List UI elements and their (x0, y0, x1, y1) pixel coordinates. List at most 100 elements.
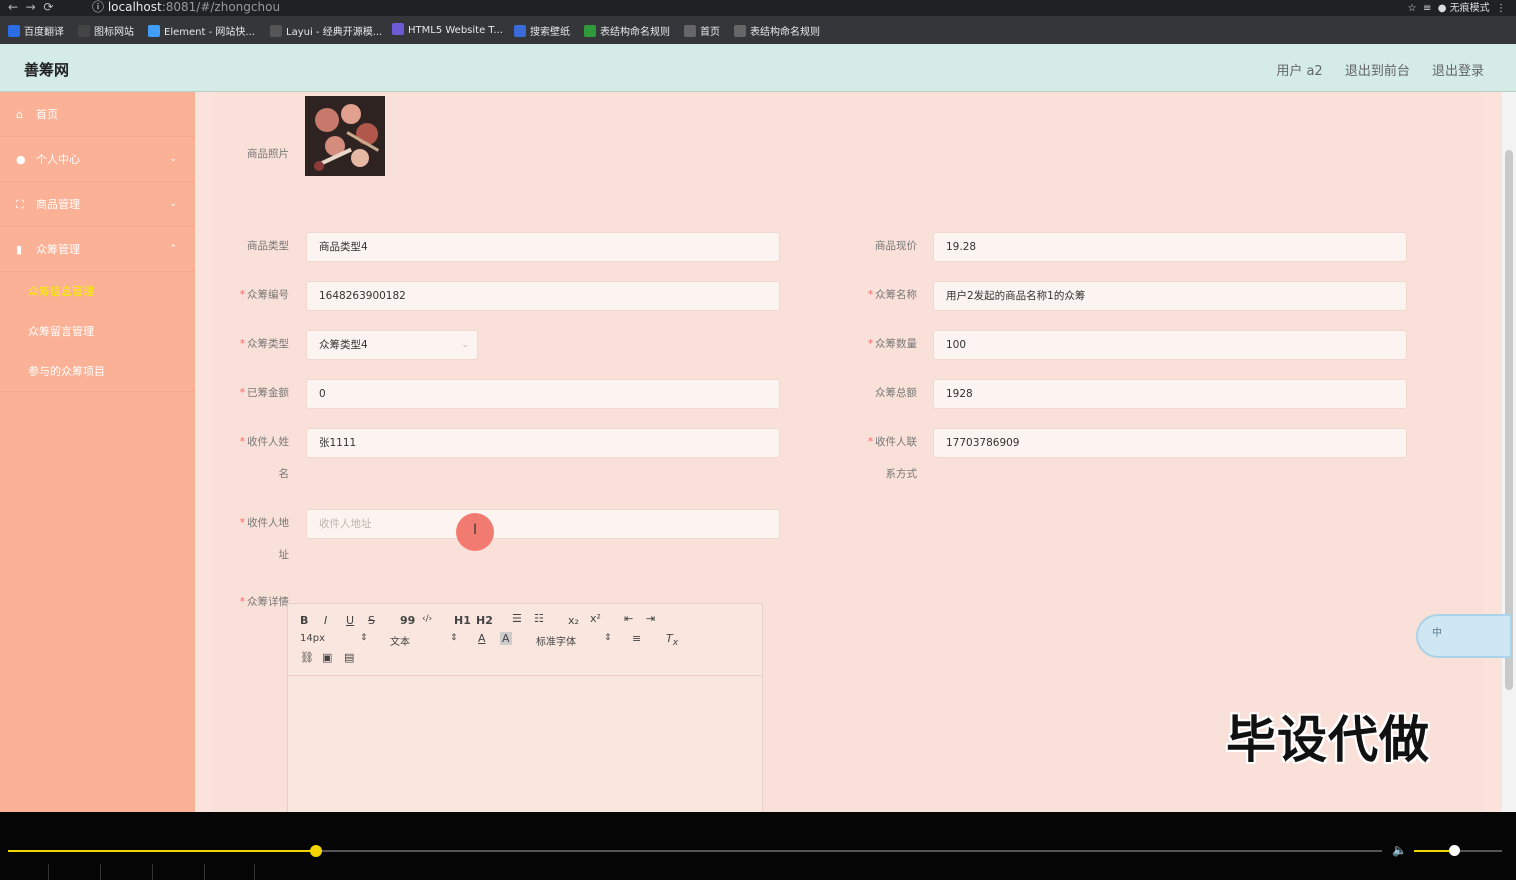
h1-button[interactable]: H1 (454, 614, 471, 627)
recipient-phone-field[interactable]: 17703786909 (933, 428, 1407, 458)
background-color-icon[interactable]: A (500, 632, 512, 645)
logout-link[interactable]: 退出登录 (1432, 64, 1484, 79)
bookmark-item[interactable]: 图标网站 (78, 23, 134, 38)
code-button[interactable]: ‹/› (422, 614, 432, 624)
raised-label: * 已筹金额 (239, 387, 289, 399)
bookmark-item[interactable]: Layui - 经典开源模... (270, 23, 382, 38)
recipient-phone-label-cont: 系方式 (885, 468, 918, 480)
browser-right-controls[interactable]: ☆ ≡ ● 无痕模式 ⋮ (1408, 0, 1506, 14)
bold-button[interactable]: B (300, 614, 308, 627)
bookmark-favicon-icon (392, 23, 404, 35)
font-size-arrows-icon[interactable]: ⇕ (360, 633, 368, 643)
image-icon[interactable]: ▣ (322, 651, 332, 664)
bookmark-favicon-icon (270, 25, 282, 37)
home-icon: ⌂ (16, 108, 23, 121)
progress-fill (8, 850, 316, 852)
strike-button[interactable]: S (368, 614, 375, 627)
recipient-name-label: * 收件人姓 (239, 436, 289, 448)
font-size-select[interactable]: 14px (300, 633, 325, 644)
sidebar-item-crowdfunding[interactable]: ▮ 众筹管理 ⌃ (0, 227, 195, 272)
bookmark-item[interactable]: 表结构命名规则 (584, 23, 670, 38)
user-icon: ● (16, 153, 26, 166)
bookmark-item[interactable]: 搜索壁纸 (514, 23, 570, 38)
sidebar-subitem-crowd-info[interactable]: 众筹信息管理 (0, 272, 195, 312)
total-field[interactable]: 1928 (933, 379, 1407, 409)
bookmark-item[interactable]: 百度翻译 (8, 23, 64, 38)
total-label: 众筹总额 (875, 387, 917, 399)
sidebar-item-personal[interactable]: ● 个人中心 ⌄ (0, 137, 195, 182)
crowd-qty-field[interactable]: 100 (933, 330, 1407, 360)
crowd-name-label-text: 众筹名称 (875, 289, 917, 301)
current-price-field[interactable]: 19.28 (933, 232, 1407, 262)
bullet-list-icon[interactable]: ☷ (534, 612, 544, 625)
progress-knob[interactable] (309, 845, 322, 857)
watermark-text: 毕设代做 (1226, 711, 1430, 769)
crowd-name-field[interactable]: 用户2发起的商品名称1的众筹 (933, 281, 1407, 311)
recipient-name-field[interactable]: 张1111 (306, 428, 780, 458)
volume-knob[interactable] (1448, 845, 1460, 856)
recipient-name-label-cont: 名 (278, 468, 290, 480)
font-color-icon[interactable]: A (478, 632, 486, 645)
incognito-label: 无痕模式 (1449, 3, 1490, 14)
input-method-badge[interactable]: 中 (1416, 614, 1512, 658)
bookmark-item[interactable]: HTML5 Website T... (392, 23, 503, 36)
bookmark-label: 图标网站 (94, 27, 134, 38)
font-family-arrows-icon[interactable]: ⇕ (604, 633, 612, 643)
progress-track[interactable] (8, 845, 1382, 857)
crowd-no-field[interactable]: 1648263900182 (306, 281, 780, 311)
bookmark-label: Element - 网站快... (164, 27, 255, 38)
bookmark-favicon-icon (8, 25, 20, 37)
outdent-icon[interactable]: ⇤ (624, 612, 633, 625)
product-photo[interactable] (305, 96, 385, 176)
sidebar-item-products[interactable]: ⛶ 商品管理 ⌄ (0, 182, 195, 227)
volume-track[interactable] (1414, 845, 1502, 856)
chevron-down-icon: ⌄ (461, 340, 469, 350)
sidebar-item-home[interactable]: ⌂ 首页 (0, 92, 195, 137)
clear-format-icon[interactable]: Tx (666, 632, 678, 648)
chevron-down-icon: ⌄ (169, 199, 177, 209)
quote-button[interactable]: 99 (400, 614, 415, 627)
scrollbar-thumb[interactable] (1505, 150, 1513, 690)
bookmark-item[interactable]: 首页 (684, 23, 720, 38)
main-scrollbar[interactable] (1502, 92, 1516, 812)
subscript-button[interactable]: x₂ (568, 614, 579, 627)
format-arrows-icon[interactable]: ⇕ (450, 633, 458, 643)
indent-icon[interactable]: ⇥ (646, 612, 655, 625)
product-type-field[interactable]: 商品类型4 (306, 232, 780, 262)
sidebar-item-label: 个人中心 (36, 153, 80, 166)
italic-button[interactable]: I (324, 614, 327, 627)
recipient-name-label-text: 收件人姓 (247, 436, 289, 448)
bookmark-item[interactable]: 表结构命名规则 (734, 23, 820, 38)
align-icon[interactable]: ≡ (632, 632, 641, 645)
bookmarks-bar: 百度翻译 图标网站 Element - 网站快... Layui - 经典开源模...… (0, 16, 1516, 44)
format-select[interactable]: 文本 (390, 633, 410, 648)
browser-nav-icons[interactable]: ← → ⟳ (8, 0, 53, 14)
address-label-text: 收件人地 (247, 517, 289, 529)
rich-text-editor[interactable]: B I U S 99 ‹/› H1 H2 ☰ ☷ x₂ x² ⇤ ⇥ 14px … (287, 603, 763, 812)
superscript-button[interactable]: x² (590, 612, 601, 625)
chevron-down-icon: ⌄ (169, 154, 177, 164)
link-icon[interactable]: ⛓ (300, 651, 314, 664)
font-family-select[interactable]: 标准字体 (536, 633, 576, 648)
address-bar[interactable]: ⓘ localhost:8081/#/zhongchou (92, 0, 280, 15)
underline-button[interactable]: U (346, 614, 354, 627)
ordered-list-icon[interactable]: ☰ (512, 612, 522, 625)
raised-field[interactable]: 0 (306, 379, 780, 409)
h2-button[interactable]: H2 (476, 614, 493, 627)
sidebar-item-label: 首页 (36, 108, 58, 121)
address-input[interactable]: 收件人地址 (306, 509, 780, 539)
text-cursor-icon: I (473, 522, 478, 538)
to-front-link[interactable]: 退出到前台 (1345, 64, 1410, 79)
volume-fill (1414, 850, 1454, 852)
url-host: localhost (107, 0, 162, 14)
current-user-label[interactable]: 用户 a2 (1276, 64, 1322, 79)
product-type-label: 商品类型 (247, 240, 289, 252)
sidebar-subitem-joined-projects[interactable]: 参与的众筹项目 (0, 352, 195, 392)
sidebar-subitem-crowd-messages[interactable]: 众筹留言管理 (0, 312, 195, 352)
volume-icon[interactable]: 🔈 (1392, 843, 1407, 857)
bookmark-label: 搜索壁纸 (530, 27, 570, 38)
editor-toolbar: B I U S 99 ‹/› H1 H2 ☰ ☷ x₂ x² ⇤ ⇥ 14px … (288, 604, 762, 676)
bookmark-item[interactable]: Element - 网站快... (148, 23, 255, 38)
crowd-type-select[interactable]: 众筹类型4 ⌄ (306, 330, 478, 360)
video-icon[interactable]: ▤ (344, 651, 354, 664)
